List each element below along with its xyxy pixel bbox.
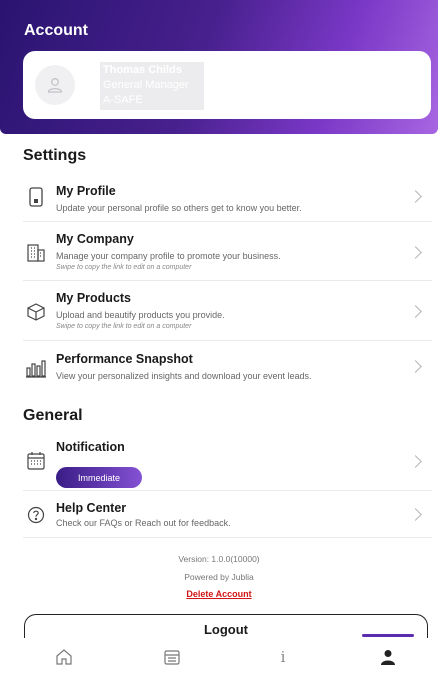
settings-item-performance-snapshot[interactable]: Performance Snapshot View your personali… (23, 341, 432, 393)
help-center-desc: Check our FAQs or Reach out for feedback… (56, 518, 231, 528)
settings-section-title: Settings (23, 147, 87, 164)
chevron-right-icon (409, 246, 422, 259)
general-item-help-center[interactable]: Help Center Check our FAQs or Reach out … (23, 491, 432, 538)
settings-item-my-company[interactable]: My Company Manage your company profile t… (23, 222, 432, 281)
settings-item-my-profile[interactable]: My Profile Update your personal profile … (23, 170, 432, 222)
question-circle-icon (25, 504, 47, 526)
settings-item-my-products[interactable]: My Products Upload and beautify products… (23, 281, 432, 341)
active-tab-indicator (362, 634, 414, 637)
my-profile-desc: Update your personal profile so others g… (56, 203, 302, 213)
calendar-list-icon (164, 650, 180, 665)
user-outline-icon (47, 78, 63, 93)
cube-icon (25, 301, 47, 323)
profile-card[interactable]: Thomas Childs General Manager A-SAFE (23, 51, 431, 119)
bottom-tab-bar: i (0, 634, 438, 675)
my-company-desc: Manage your company profile to promote y… (56, 251, 281, 261)
tab-account[interactable] (376, 645, 400, 669)
tab-home[interactable] (52, 645, 76, 669)
calendar-icon (25, 450, 47, 472)
delete-account-link[interactable]: Delete Account (0, 589, 438, 599)
chevron-right-icon (409, 190, 422, 203)
home-icon (56, 649, 72, 665)
chevron-right-icon (409, 305, 422, 318)
app-version: Version: 1.0.0(10000) (178, 554, 260, 564)
my-company-title: My Company (56, 232, 134, 246)
chevron-right-icon (409, 455, 422, 468)
page-title: Account (24, 22, 88, 39)
chevron-right-icon (409, 360, 422, 373)
my-products-title: My Products (56, 291, 132, 305)
performance-snapshot-desc: View your personalized insights and down… (56, 371, 312, 381)
tab-info[interactable]: i (271, 645, 295, 669)
tab-agenda[interactable] (160, 645, 184, 669)
info-icon: i (280, 648, 286, 666)
general-section-title: General (23, 407, 83, 424)
chevron-right-icon (409, 508, 422, 521)
building-icon (25, 242, 47, 264)
bar-chart-icon (25, 357, 47, 379)
account-header: Account Thomas Childs General Manager A-… (0, 0, 438, 134)
person-icon (381, 650, 395, 665)
powered-by: Powered by Jublia (184, 572, 254, 582)
my-products-note: Swipe to copy the link to edit on a comp… (56, 323, 192, 330)
notification-frequency-badge[interactable]: Immediate (56, 467, 142, 488)
profile-company: A-SAFE (103, 94, 143, 106)
profile-role: General Manager (103, 79, 189, 91)
phone-icon (25, 186, 47, 208)
my-products-desc: Upload and beautify products you provide… (56, 310, 225, 320)
help-center-title: Help Center (56, 501, 127, 515)
profile-name: Thomas Childs (103, 64, 182, 76)
notification-title: Notification (56, 440, 125, 454)
my-profile-title: My Profile (56, 184, 116, 198)
my-company-note: Swipe to copy the link to edit on a comp… (56, 264, 192, 271)
general-item-notification[interactable]: Notification Immediate (23, 430, 432, 491)
performance-snapshot-title: Performance Snapshot (56, 352, 193, 366)
avatar (35, 65, 75, 105)
